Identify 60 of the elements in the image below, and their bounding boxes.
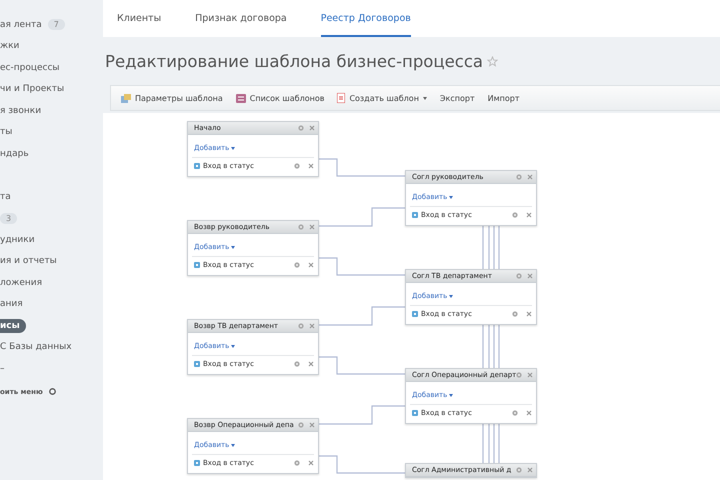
sidebar-item[interactable]: – (0, 364, 4, 374)
close-icon[interactable] (308, 163, 314, 169)
caret-icon (231, 146, 236, 150)
status-icon (412, 311, 418, 317)
sidebar-item[interactable]: ия и отчеты (0, 256, 57, 266)
status-icon (194, 262, 200, 268)
sidebar-item[interactable]: я звонки (0, 106, 42, 116)
close-icon[interactable] (527, 467, 533, 473)
sidebar-item[interactable]: ложения (0, 278, 42, 288)
sidebar-item[interactable]: жки (0, 41, 20, 52)
list-icon (236, 94, 246, 102)
tab[interactable]: Признак договора (195, 0, 287, 37)
sidebar-item[interactable]: ая лента (0, 20, 42, 30)
close-icon[interactable] (308, 262, 314, 268)
close-icon[interactable] (309, 125, 315, 131)
toolbar-button[interactable]: Экспорт (440, 94, 475, 102)
close-icon[interactable] (527, 273, 533, 279)
caret-icon (449, 294, 454, 298)
tab[interactable]: Клиенты (117, 0, 162, 37)
close-icon[interactable] (308, 460, 314, 466)
close-icon[interactable] (309, 422, 315, 428)
close-icon[interactable] (526, 212, 532, 218)
toolbar-button[interactable]: Список шаблонов (236, 94, 324, 102)
page-title: Редактирование шаблона бизнес-процесса (105, 52, 484, 70)
sidebar-item[interactable]: ания (0, 299, 23, 310)
sidebar-item[interactable]: ты (0, 127, 12, 138)
sidebar-item[interactable]: та (0, 192, 11, 202)
caret-icon (231, 246, 236, 248)
close-icon[interactable] (527, 372, 534, 378)
sidebar-item[interactable]: чи и Проекты (0, 84, 64, 94)
toolbar-button[interactable]: Создать шаблон (337, 93, 427, 103)
status-icon (412, 212, 418, 218)
sidebar-item[interactable]: С Базы данных (0, 342, 72, 352)
toolbar-button[interactable]: Импорт (488, 94, 520, 102)
counter-badge: 7 (48, 19, 65, 30)
caret-icon (449, 394, 454, 396)
sidebar-item[interactable]: ес-процессы (0, 62, 60, 73)
close-icon[interactable] (526, 311, 532, 317)
caret-icon (231, 344, 236, 348)
close-icon[interactable] (309, 224, 315, 230)
sidebar-item[interactable]: ндарь (0, 148, 29, 159)
star-icon[interactable] (487, 56, 498, 66)
caret-icon (449, 196, 454, 198)
status-icon (194, 460, 200, 466)
status-icon (412, 410, 418, 416)
close-icon[interactable] (308, 361, 314, 367)
caret-icon (231, 444, 236, 446)
sidebar-item[interactable]: исы (0, 318, 26, 333)
sidebar-item[interactable]: удники (0, 234, 35, 245)
document-icon (337, 93, 346, 103)
tab[interactable]: Реестр Договоров (320, 0, 411, 37)
close-icon[interactable] (309, 323, 315, 329)
status-icon (194, 361, 200, 367)
toolbar-button[interactable]: Параметры шаблона (121, 94, 223, 102)
status-icon (194, 163, 200, 169)
counter-badge: 3 (0, 212, 18, 224)
gear-icon[interactable] (48, 388, 56, 395)
settings-icon (121, 94, 131, 102)
close-icon[interactable] (526, 410, 532, 416)
close-icon[interactable] (527, 174, 533, 180)
